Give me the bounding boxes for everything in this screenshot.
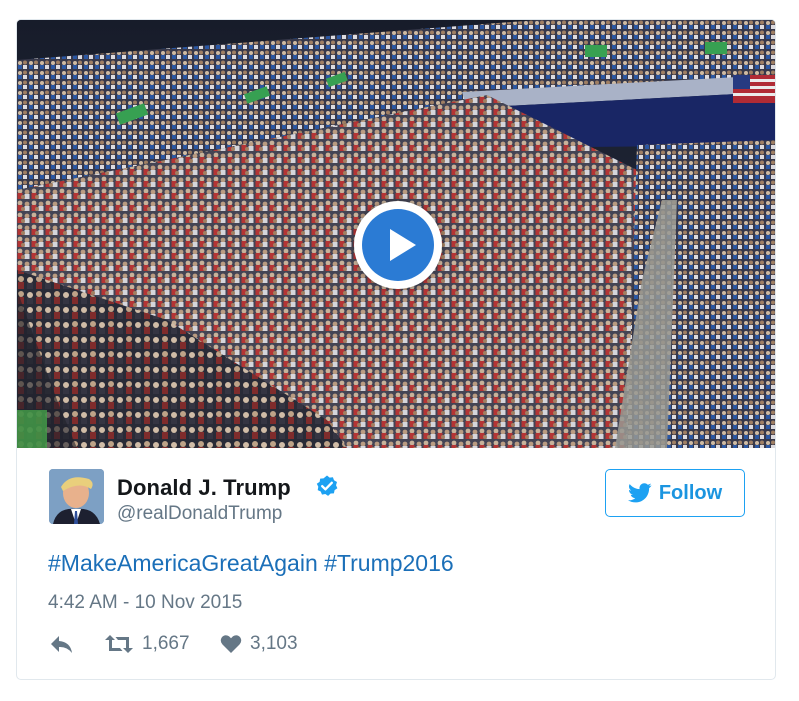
retweet-icon bbox=[105, 635, 133, 653]
verified-badge-icon bbox=[316, 475, 338, 496]
follow-label: Follow bbox=[658, 481, 723, 504]
author-handle[interactable]: @realDonaldTrump bbox=[117, 503, 282, 525]
play-icon bbox=[390, 229, 416, 261]
twitter-bird-icon bbox=[627, 483, 652, 503]
heart-icon bbox=[220, 635, 242, 653]
like-button[interactable]: 3,103 bbox=[220, 630, 298, 658]
tweet-actions: 1,667 3,103 bbox=[48, 630, 448, 658]
like-count: 3,103 bbox=[250, 633, 298, 654]
avatar[interactable] bbox=[49, 469, 104, 524]
reply-icon bbox=[51, 636, 72, 653]
retweet-button[interactable]: 1,667 bbox=[104, 630, 190, 658]
retweet-count: 1,667 bbox=[142, 633, 190, 654]
follow-button[interactable]: Follow bbox=[605, 469, 745, 517]
hashtag-link[interactable]: #MakeAmericaGreatAgain bbox=[48, 550, 318, 576]
author-name[interactable]: Donald J. Trump bbox=[117, 475, 291, 501]
video-thumbnail[interactable] bbox=[17, 20, 775, 448]
reply-button[interactable] bbox=[48, 630, 74, 658]
tweet-timestamp[interactable]: 4:42 AM - 10 Nov 2015 bbox=[48, 592, 242, 614]
tweet-text: #MakeAmericaGreatAgain #Trump2016 bbox=[48, 550, 454, 577]
embedded-tweet-card: Donald J. Trump @realDonaldTrump Follow … bbox=[16, 19, 776, 680]
hashtag-link[interactable]: #Trump2016 bbox=[324, 550, 454, 576]
play-button[interactable] bbox=[354, 201, 442, 289]
